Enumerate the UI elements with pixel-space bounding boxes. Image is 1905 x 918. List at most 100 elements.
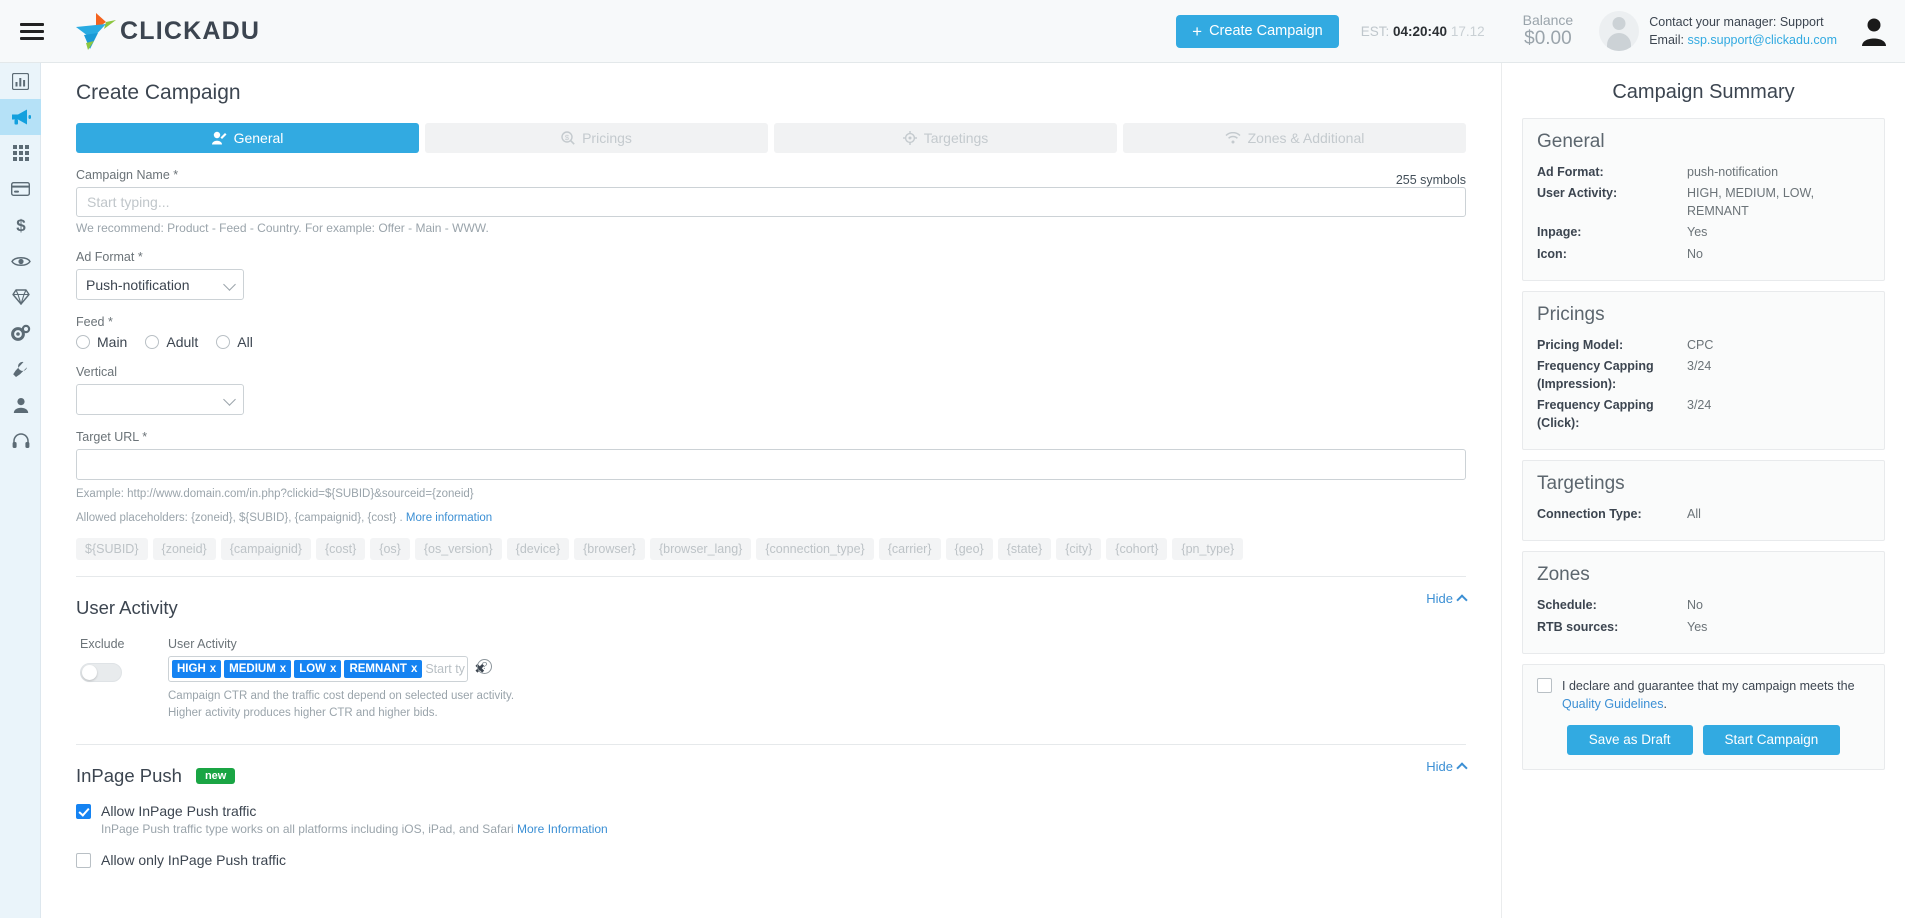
feed-option-all[interactable]: All bbox=[216, 334, 253, 350]
feed-radio-group: Main Adult All bbox=[76, 334, 1466, 350]
plus-icon: + bbox=[1192, 21, 1203, 41]
placeholder-chip[interactable]: {browser_lang} bbox=[649, 537, 752, 560]
user-activity-hide-toggle[interactable]: Hide bbox=[1426, 591, 1468, 606]
summary-row: Inpage: Yes bbox=[1537, 223, 1870, 241]
tag-remove-icon[interactable]: x bbox=[411, 663, 417, 675]
sidebar-item-settings[interactable] bbox=[0, 315, 41, 351]
declaration-checkbox[interactable] bbox=[1537, 677, 1552, 693]
declaration-main-text: I declare and guarantee that my campaign… bbox=[1562, 678, 1855, 693]
grid-icon bbox=[12, 145, 29, 161]
placeholder-chip[interactable]: {campaignid} bbox=[220, 537, 311, 560]
campaign-name-hint: We recommend: Product - Feed - Country. … bbox=[76, 221, 489, 235]
svg-text:$: $ bbox=[565, 133, 570, 142]
summary-card-targetings: Targetings Connection Type: All bbox=[1522, 460, 1885, 542]
summary-key: User Activity: bbox=[1537, 186, 1618, 201]
sidebar-item-preview[interactable] bbox=[0, 243, 41, 279]
summary-card-general: General Ad Format: push-notification Use… bbox=[1522, 118, 1885, 281]
summary-row: Frequency Capping (Impression): 3/24 bbox=[1537, 357, 1870, 393]
manager-email-link[interactable]: ssp.support@clickadu.com bbox=[1687, 33, 1837, 47]
balance-block: Balance $0.00 bbox=[1523, 12, 1574, 50]
feed-option-adult[interactable]: Adult bbox=[145, 334, 198, 350]
tab-zones-additional[interactable]: Zones & Additional bbox=[1123, 123, 1466, 153]
quality-guidelines-link[interactable]: Quality Guidelines bbox=[1562, 697, 1663, 711]
target-url-input[interactable] bbox=[76, 449, 1466, 480]
manager-contact: Contact your manager: Support Email: ssp… bbox=[1649, 13, 1837, 49]
inpage-more-information-link[interactable]: More Information bbox=[517, 822, 608, 836]
create-campaign-button[interactable]: + Create Campaign bbox=[1176, 14, 1339, 48]
summary-card-heading: General bbox=[1537, 131, 1605, 152]
exclude-toggle[interactable] bbox=[80, 662, 122, 682]
summary-row: RTB sources: Yes bbox=[1537, 618, 1870, 636]
placeholder-chip[interactable]: {browser} bbox=[574, 537, 645, 560]
placeholder-chip[interactable]: {os_version} bbox=[414, 537, 502, 560]
user-edit-icon bbox=[211, 131, 227, 145]
placeholder-chip[interactable]: {geo} bbox=[945, 537, 993, 560]
tag-remnant[interactable]: REMNANT x bbox=[344, 659, 423, 678]
clickadu-bird-icon bbox=[76, 13, 116, 50]
tag-remove-icon[interactable]: x bbox=[280, 663, 286, 675]
sidebar-item-support[interactable] bbox=[0, 423, 41, 459]
allow-only-inpage-label: Allow only InPage Push traffic bbox=[101, 852, 286, 869]
svg-text:$: $ bbox=[16, 216, 26, 234]
tag-remove-icon[interactable]: x bbox=[210, 663, 216, 675]
placeholder-chip[interactable]: {os} bbox=[370, 537, 410, 560]
placeholder-chip[interactable]: {state} bbox=[997, 537, 1052, 560]
tab-pricings[interactable]: $ Pricings bbox=[425, 123, 768, 153]
user-activity-field: User Activity HIGH x MEDIUM x LOW x REMN… bbox=[168, 637, 514, 723]
sidebar-item-tools[interactable] bbox=[0, 351, 41, 387]
person-icon bbox=[13, 398, 28, 413]
sidebar-item-finance[interactable]: $ bbox=[0, 207, 41, 243]
summary-value: No bbox=[1687, 598, 1703, 613]
tag-medium[interactable]: MEDIUM x bbox=[224, 659, 292, 678]
balance-amount: $0.00 bbox=[1524, 28, 1572, 50]
placeholder-chip[interactable]: {zoneid} bbox=[152, 537, 216, 560]
new-badge: new bbox=[195, 768, 236, 785]
feed-option-all-label: All bbox=[237, 334, 253, 350]
placeholder-chip[interactable]: {cohort} bbox=[1106, 537, 1168, 560]
placeholder-chip[interactable]: {carrier} bbox=[878, 537, 941, 560]
brand-logo[interactable]: CLICKADU bbox=[72, 11, 260, 51]
sidebar-item-statistics[interactable] bbox=[0, 63, 41, 99]
feed-option-main[interactable]: Main bbox=[76, 334, 127, 350]
tab-general[interactable]: General bbox=[76, 123, 419, 153]
placeholder-chip[interactable]: {cost} bbox=[315, 537, 366, 560]
placeholder-chip[interactable]: {device} bbox=[506, 537, 570, 560]
account-person-icon[interactable] bbox=[1861, 16, 1887, 46]
more-information-link[interactable]: More information bbox=[406, 512, 492, 524]
tag-remove-icon[interactable]: x bbox=[330, 663, 336, 675]
sidebar-item-campaigns[interactable] bbox=[0, 99, 41, 135]
ad-format-value: Push-notification bbox=[86, 276, 190, 293]
user-activity-tagbox[interactable]: HIGH x MEDIUM x LOW x REMNANT x Start ty… bbox=[168, 655, 485, 682]
balance-label: Balance bbox=[1522, 12, 1574, 29]
save-as-draft-button[interactable]: Save as Draft bbox=[1566, 724, 1693, 755]
vertical-label: Vertical bbox=[76, 365, 117, 379]
placeholder-chip[interactable]: {city} bbox=[1056, 537, 1102, 560]
vertical-select[interactable] bbox=[76, 384, 244, 415]
target-url-label: Target URL * bbox=[76, 430, 148, 444]
user-activity-input[interactable] bbox=[425, 661, 466, 676]
tab-pricings-label: Pricings bbox=[582, 130, 632, 146]
summary-key: Frequency Capping (Click): bbox=[1537, 398, 1654, 431]
campaign-name-label: Campaign Name * bbox=[76, 168, 179, 182]
sidebar-item-profile[interactable] bbox=[0, 387, 41, 423]
placeholder-chip[interactable]: {pn_type} bbox=[1172, 537, 1244, 560]
allow-only-inpage-checkbox[interactable] bbox=[76, 853, 91, 869]
user-activity-note-line1: Campaign CTR and the traffic cost depend… bbox=[168, 689, 515, 702]
summary-key: Icon: bbox=[1537, 246, 1567, 261]
help-question-icon[interactable]: ? bbox=[477, 658, 492, 674]
tab-targetings[interactable]: Targetings bbox=[774, 123, 1117, 153]
sidebar-item-billing[interactable] bbox=[0, 171, 41, 207]
summary-card-zones: Zones Schedule: No RTB sources: Yes bbox=[1522, 551, 1885, 654]
start-campaign-button[interactable]: Start Campaign bbox=[1702, 724, 1841, 755]
tag-low[interactable]: LOW x bbox=[294, 659, 342, 678]
inpage-push-hide-toggle[interactable]: Hide bbox=[1426, 759, 1468, 774]
sidebar-item-apps[interactable] bbox=[0, 135, 41, 171]
allow-inpage-checkbox[interactable] bbox=[76, 804, 91, 820]
ad-format-select[interactable]: Push-notification bbox=[76, 269, 244, 300]
sidebar-item-premium[interactable] bbox=[0, 279, 41, 315]
campaign-name-input[interactable] bbox=[76, 187, 1466, 217]
hamburger-menu-icon[interactable] bbox=[0, 0, 64, 63]
placeholder-chip[interactable]: ${SUBID} bbox=[76, 537, 148, 560]
tag-high[interactable]: HIGH x bbox=[172, 659, 222, 678]
placeholder-chip[interactable]: {connection_type} bbox=[756, 537, 874, 560]
